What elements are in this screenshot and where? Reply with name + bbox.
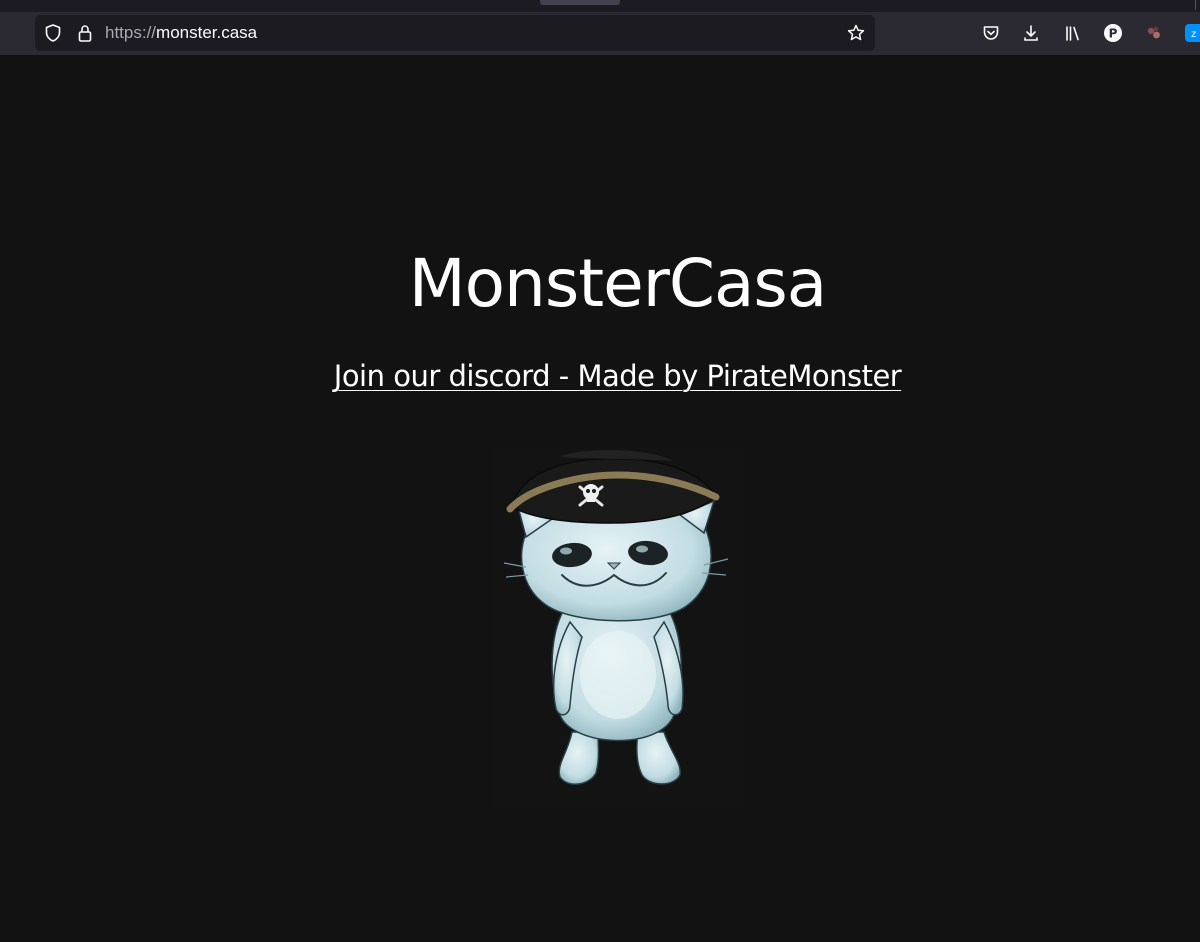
discord-link[interactable]: Join our discord - Made by PirateMonster [0,359,1200,393]
download-icon [1024,25,1038,41]
url-text[interactable]: https://monster.casa [105,23,257,43]
extension-button[interactable] [1142,21,1166,45]
profile-icon: P [1104,24,1122,42]
browser-toolbar: https://monster.casa P z [0,12,1200,55]
library-icon [1066,26,1079,41]
bookmark-star-icon[interactable] [846,23,866,43]
pocket-icon [983,26,999,40]
zoom-extension-label: z [1191,29,1196,40]
profile-initial: P [1109,27,1118,41]
url-host: monster.casa [156,23,258,42]
address-bar[interactable]: https://monster.casa [35,15,875,51]
tab-strip-edge [1195,0,1196,10]
extension-icon [1147,26,1160,39]
profile-button[interactable]: P [1101,21,1125,45]
downloads-button[interactable] [1019,21,1043,45]
mascot-image [490,447,745,807]
page-content: MonsterCasa Join our discord - Made by P… [0,55,1200,942]
zoom-extension-button[interactable]: z [1183,21,1200,45]
lock-icon[interactable] [75,23,95,43]
site-title: MonsterCasa [408,245,828,322]
pirate-cat-mascot-icon [503,449,729,785]
tab-strip [0,0,1200,12]
library-button[interactable] [1060,21,1084,45]
shield-icon[interactable] [43,23,63,43]
pocket-button[interactable] [979,21,1003,45]
active-tab-indicator[interactable] [540,0,620,5]
url-scheme: https:// [105,23,157,42]
zoom-extension-icon: z [1185,24,1200,42]
